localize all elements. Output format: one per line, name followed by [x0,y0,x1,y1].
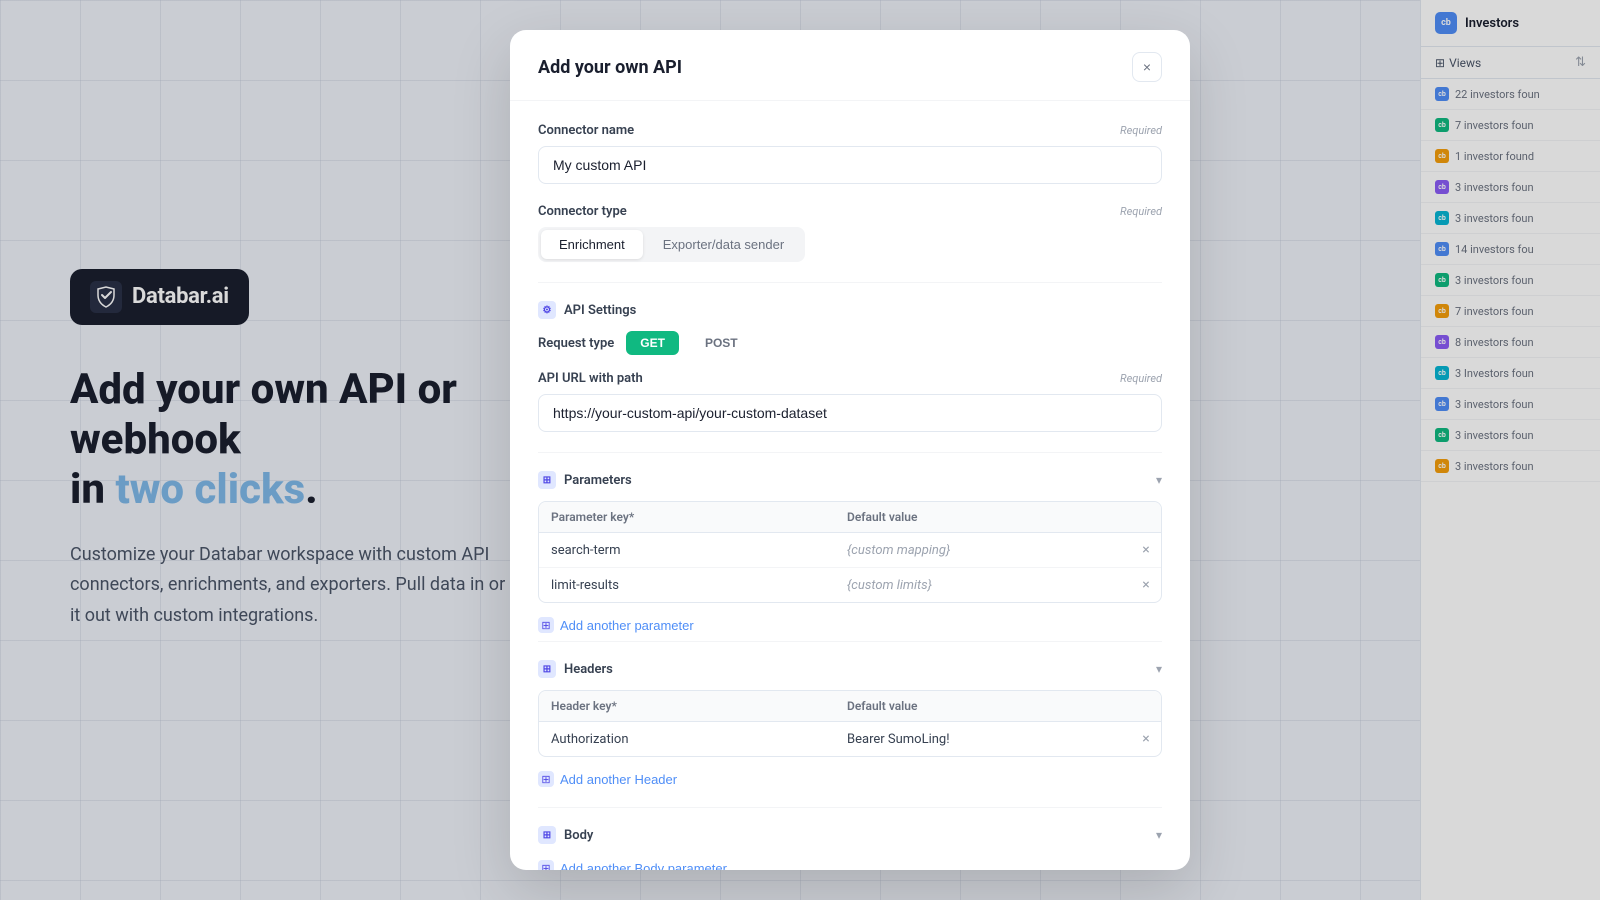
param-row-1: search-term {custom mapping} × [539,533,1161,568]
post-button[interactable]: POST [691,331,752,355]
api-settings-header[interactable]: ⚙ API Settings [538,287,1162,331]
body-header-left: ⊞ Body [538,826,593,844]
header-default-header: Default value [835,691,1131,721]
modal-close-button[interactable]: × [1132,52,1162,82]
api-url-group: API URL with path Required [538,371,1162,432]
add-header-icon: ⊞ [538,771,554,787]
header-remove-1[interactable]: × [1131,722,1161,756]
get-button[interactable]: GET [626,331,679,355]
api-settings-left: ⚙ API Settings [538,301,636,319]
connector-name-group: Connector name Required [538,123,1162,184]
param-value-2: {custom limits} [835,569,1131,602]
divider-1 [538,282,1162,283]
modal-header: Add your own API × [510,30,1190,101]
connector-type-required: Required [1120,205,1162,218]
api-url-label: API URL with path [538,371,643,386]
add-header-button[interactable]: ⊞ Add another Header [538,767,677,791]
body-chevron: ▾ [1156,828,1162,842]
connector-type-toggle: Enrichment Exporter/data sender [538,227,805,262]
request-type-row: Request type GET POST [538,331,1162,355]
param-remove-1[interactable]: × [1131,533,1161,567]
parameters-table: Parameter key* Default value search-term… [538,501,1162,603]
headers-icon: ⊞ [538,660,556,678]
modal-title: Add your own API [538,57,682,78]
body-header[interactable]: ⊞ Body ▾ [538,812,1162,856]
connector-name-required: Required [1120,124,1162,137]
add-param-icon: ⊞ [538,617,554,633]
param-row-2: limit-results {custom limits} × [539,568,1161,602]
param-value-1: {custom mapping} [835,534,1131,567]
type-enrichment-button[interactable]: Enrichment [541,230,643,259]
api-url-required: Required [1120,372,1162,385]
parameters-header-left: ⊞ Parameters [538,471,632,489]
header-key-1: Authorization [539,723,835,756]
api-url-label-row: API URL with path Required [538,371,1162,386]
add-body-button[interactable]: ⊞ Add another Body parameter [538,856,727,870]
add-api-modal: Add your own API × Connector name Requir… [510,30,1190,870]
connector-type-group: Connector type Required Enrichment Expor… [538,204,1162,262]
connector-name-label-row: Connector name Required [538,123,1162,138]
param-key-1: search-term [539,534,835,567]
headers-table: Header key* Default value Authorization … [538,690,1162,757]
param-default-header: Default value [835,502,1131,532]
parameters-header[interactable]: ⊞ Parameters ▾ [538,457,1162,501]
divider-4 [538,807,1162,808]
connector-name-input[interactable] [538,146,1162,184]
connector-type-label: Connector type [538,204,627,219]
param-key-2: limit-results [539,569,835,602]
header-table-header: Header key* Default value [539,691,1161,722]
header-value-1: Bearer SumoLing! [835,723,1131,756]
headers-header-left: ⊞ Headers [538,660,613,678]
parameters-icon: ⊞ [538,471,556,489]
parameters-chevron: ▾ [1156,473,1162,487]
type-exporter-button[interactable]: Exporter/data sender [645,230,802,259]
add-parameter-button[interactable]: ⊞ Add another parameter [538,613,694,637]
param-table-header: Parameter key* Default value [539,502,1161,533]
header-row-1: Authorization Bearer SumoLing! × [539,722,1161,756]
headers-chevron: ▾ [1156,662,1162,676]
modal-overlay: Add your own API × Connector name Requir… [0,0,1600,900]
modal-body: Connector name Required Connector type R… [510,101,1190,870]
param-key-header: Parameter key* [539,502,835,532]
divider-3 [538,641,1162,642]
request-type-label: Request type [538,336,614,351]
header-key-header: Header key* [539,691,835,721]
headers-header[interactable]: ⊞ Headers ▾ [538,646,1162,690]
api-url-input[interactable] [538,394,1162,432]
body-icon: ⊞ [538,826,556,844]
api-settings-icon: ⚙ [538,301,556,319]
divider-2 [538,452,1162,453]
param-remove-2[interactable]: × [1131,568,1161,602]
add-body-icon: ⊞ [538,860,554,870]
connector-name-label: Connector name [538,123,634,138]
connector-type-label-row: Connector type Required [538,204,1162,219]
